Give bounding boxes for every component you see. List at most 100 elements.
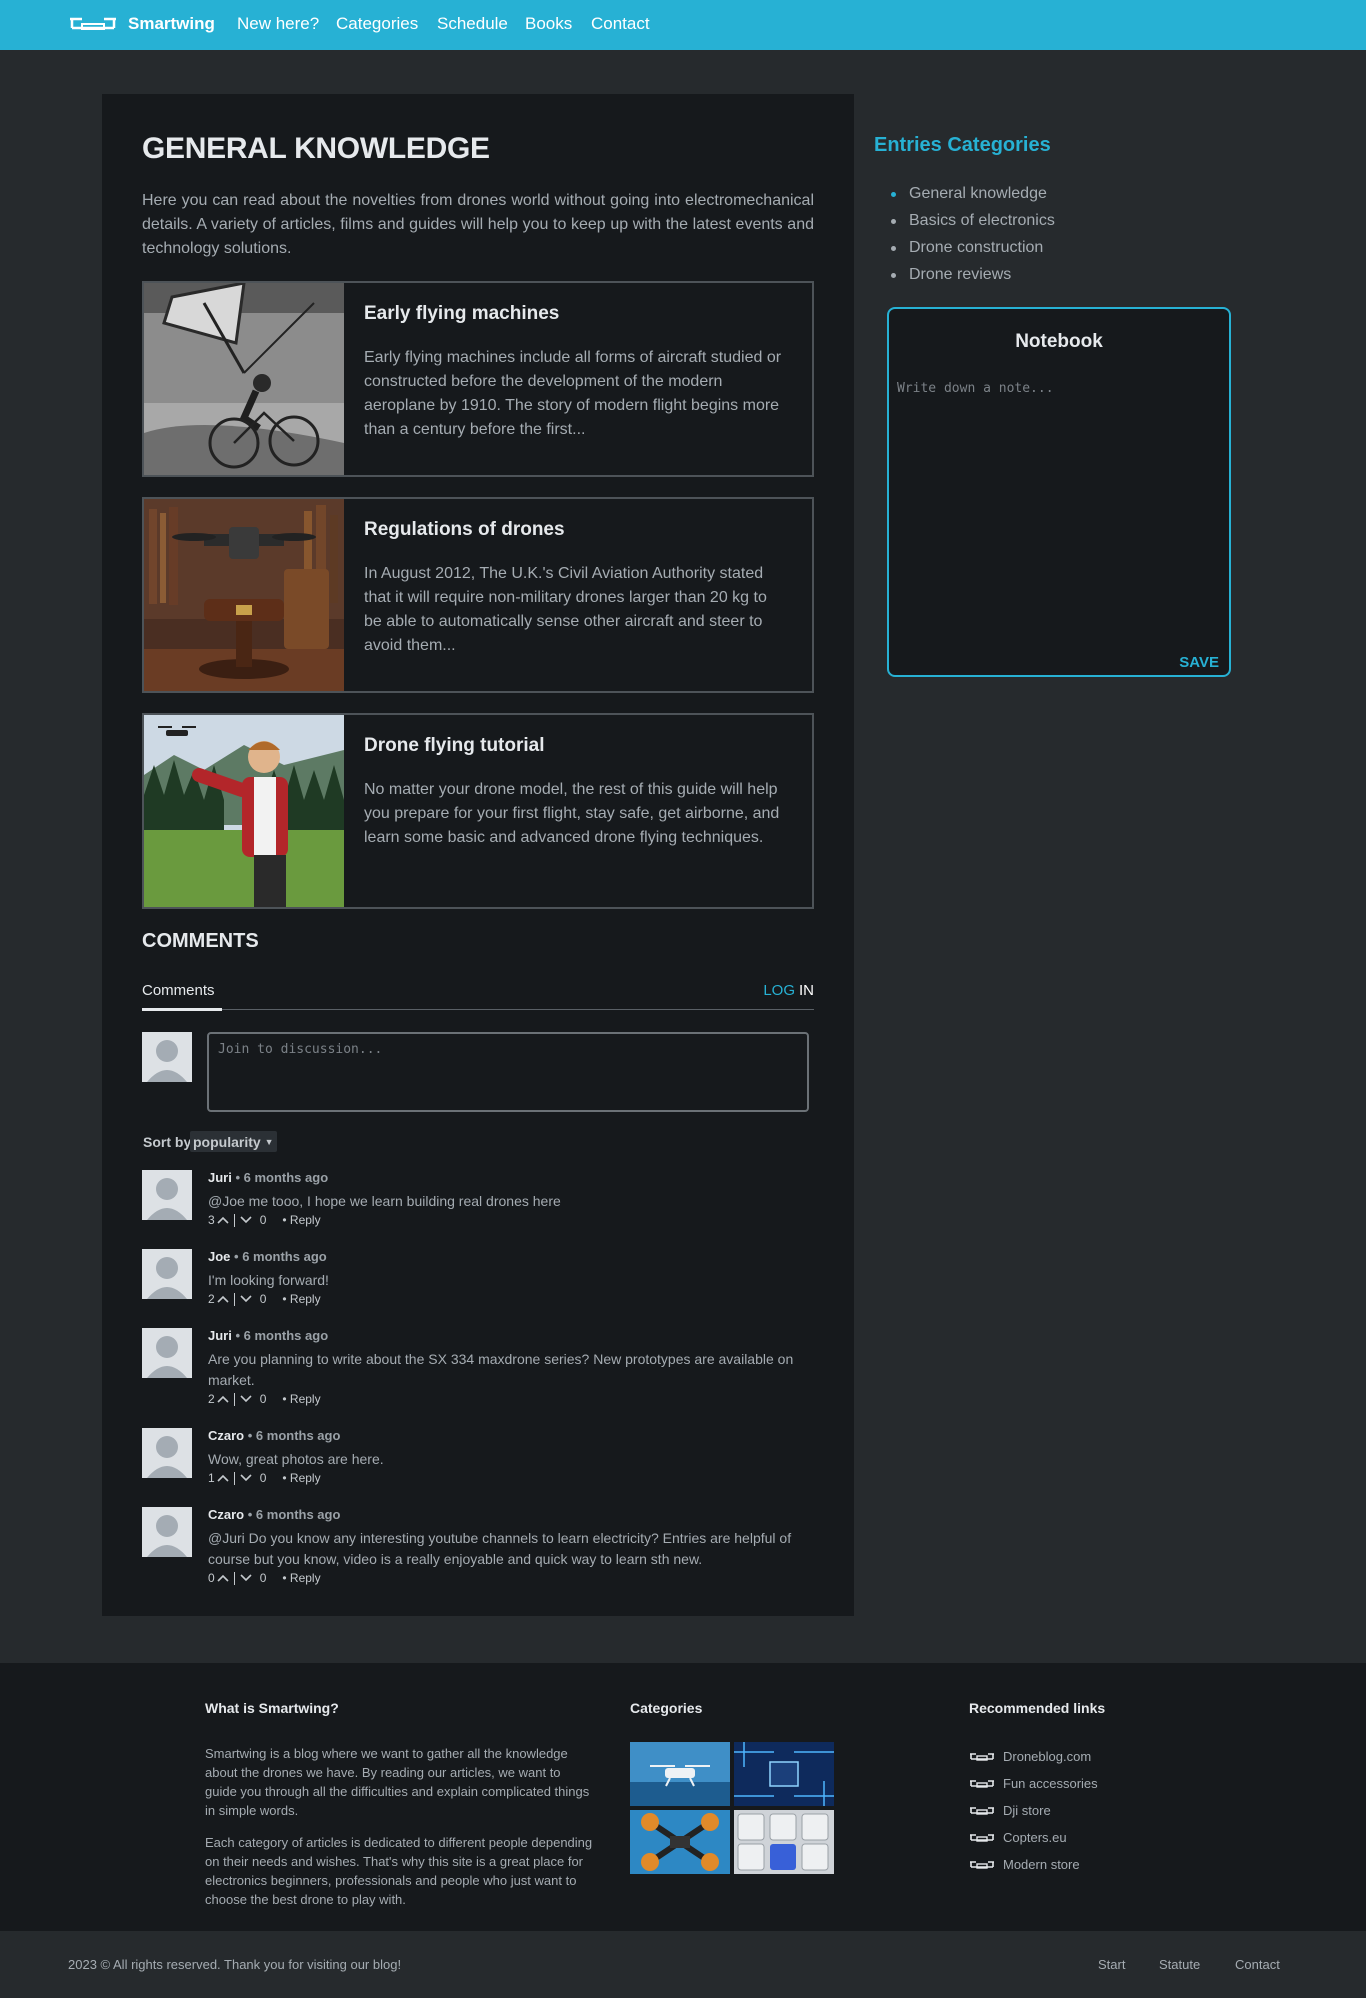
tab-comments[interactable]: Comments [142,982,215,999]
downvote-icon[interactable] [240,1573,252,1583]
nav-link-new-here[interactable]: New here? [237,14,319,34]
main-content: GENERAL KNOWLEDGE Here you can read abou… [102,94,854,1616]
article-card-drone-flying-tutorial[interactable]: Drone flying tutorial No matter your dro… [142,713,814,909]
upvote-icon[interactable] [217,1215,229,1225]
drone-link-icon [970,1752,994,1761]
recommended-link-droneblog[interactable]: Droneblog.com [969,1743,1098,1770]
comment-author[interactable]: Joe [208,1249,230,1264]
footer-links-heading: Recommended links [969,1700,1106,1716]
bottom-link-statute[interactable]: Statute [1159,1957,1200,1972]
tab-comments-underline [142,1008,222,1011]
upvote-icon[interactable] [217,1473,229,1483]
notebook-input[interactable] [897,381,1221,631]
comment-meta: Juri • 6 months ago [208,1328,328,1343]
bottom-link-contact[interactable]: Contact [1235,1957,1280,1972]
comments-heading: COMMENTS [142,930,259,952]
comments-divider [142,1009,814,1010]
nav-link-schedule[interactable]: Schedule [437,14,508,34]
nav-link-categories[interactable]: Categories [336,14,418,34]
reply-link[interactable]: • Reply [282,1571,320,1585]
comment-actions: 2 0 • Reply [208,1292,321,1306]
reply-link[interactable]: • Reply [282,1471,320,1485]
reply-link[interactable]: • Reply [282,1392,320,1406]
comment-time: • 6 months ago [247,1428,341,1443]
link-label: Fun accessories [1003,1776,1098,1791]
recommended-links-list: Droneblog.com Fun accessories Dji store … [969,1743,1098,1878]
drone-link-icon [970,1833,994,1842]
downvote-count: 0 [259,1571,267,1585]
footer-about-text-1: Smartwing is a blog where we want to gat… [205,1746,590,1818]
comment-author[interactable]: Juri [208,1328,232,1343]
footer-category-image-construction[interactable] [630,1810,730,1874]
reply-link[interactable]: • Reply [282,1292,320,1306]
comment-actions: 1 0 • Reply [208,1471,321,1485]
upvote-icon[interactable] [217,1573,229,1583]
drone-link-icon [970,1806,994,1815]
drone-link-icon [970,1860,994,1869]
recommended-link-modern-store[interactable]: Modern store [969,1851,1098,1878]
drone-link-icon [970,1779,994,1788]
bottom-link-start[interactable]: Start [1098,1957,1125,1972]
footer-about-heading: What is Smartwing? [205,1700,339,1716]
upvote-icon[interactable] [217,1394,229,1404]
article-title[interactable]: Early flying machines [364,303,559,325]
comment-text: Are you planning to write about the SX 3… [208,1351,794,1388]
downvote-icon[interactable] [240,1394,252,1404]
downvote-icon[interactable] [240,1294,252,1304]
current-user-avatar [142,1032,192,1082]
page-title: GENERAL KNOWLEDGE [142,132,490,165]
downvote-icon[interactable] [240,1473,252,1483]
recommended-link-fun-accessories[interactable]: Fun accessories [969,1770,1098,1797]
recommended-link-dji-store[interactable]: Dji store [969,1797,1098,1824]
comment-text: I'm looking forward! [208,1272,329,1288]
comment-time: • 6 months ago [234,1249,327,1264]
comment-text: @Juri Do you know any interesting youtub… [208,1530,792,1567]
comment-author[interactable]: Czaro [208,1428,244,1443]
login-link[interactable]: LOG IN [763,982,814,999]
article-title[interactable]: Drone flying tutorial [364,735,545,757]
footer-category-image-electronics[interactable] [734,1742,834,1806]
reply-link[interactable]: • Reply [282,1213,320,1227]
article-title[interactable]: Regulations of drones [364,519,565,541]
article-card-regulations-of-drones[interactable]: Regulations of drones In August 2012, Th… [142,497,814,693]
category-item-basics-of-electronics[interactable]: Basics of electronics [890,207,1055,234]
notebook-save-button[interactable]: SAVE [1179,654,1219,671]
comment-author[interactable]: Juri [208,1170,232,1185]
recommended-link-copters[interactable]: Copters.eu [969,1824,1098,1851]
downvote-count: 0 [259,1392,267,1406]
copyright-text: 2023 © All rights reserved. Thank you fo… [68,1957,402,1972]
upvote-icon[interactable] [217,1294,229,1304]
comment-avatar [142,1507,192,1557]
comment-meta: Czaro • 6 months ago [208,1507,340,1522]
comment-avatar [142,1170,192,1220]
user-avatar-icon [142,1507,192,1557]
footer-category-image-reviews[interactable] [734,1810,834,1874]
brand-link[interactable]: Smartwing [68,12,215,36]
page-intro: Here you can read about the novelties fr… [142,192,814,257]
footer-category-image-drones[interactable] [630,1742,730,1806]
upvote-count: 1 [208,1471,215,1485]
downvote-count: 0 [259,1292,267,1306]
notebook-title: Notebook [1015,331,1103,352]
downvote-icon[interactable] [240,1215,252,1225]
sort-select[interactable]: popularity ▼ [190,1131,277,1152]
nav-link-contact[interactable]: Contact [591,14,650,34]
comment-author[interactable]: Czaro [208,1507,244,1522]
comment-actions: 0 0 • Reply [208,1571,321,1585]
category-item-drone-reviews[interactable]: Drone reviews [890,261,1055,288]
category-item-general-knowledge[interactable]: General knowledge [890,180,1055,207]
link-label: Modern store [1003,1857,1080,1872]
category-item-drone-construction[interactable]: Drone construction [890,234,1055,261]
login-in-label: IN [799,982,814,999]
discussion-input[interactable] [207,1032,809,1112]
comment-meta: Joe • 6 months ago [208,1249,327,1264]
notebook-panel: Notebook SAVE [887,307,1231,677]
nav-link-books[interactable]: Books [525,14,572,34]
comment-avatar [142,1328,192,1378]
sidebar-title: Entries Categories [874,134,1051,156]
article-image-drone-flying-tutorial [144,715,344,907]
comment-avatar [142,1428,192,1478]
article-card-early-flying-machines[interactable]: Early flying machines Early flying machi… [142,281,814,477]
category-list: General knowledge Basics of electronics … [890,180,1055,288]
upvote-count: 3 [208,1213,215,1227]
